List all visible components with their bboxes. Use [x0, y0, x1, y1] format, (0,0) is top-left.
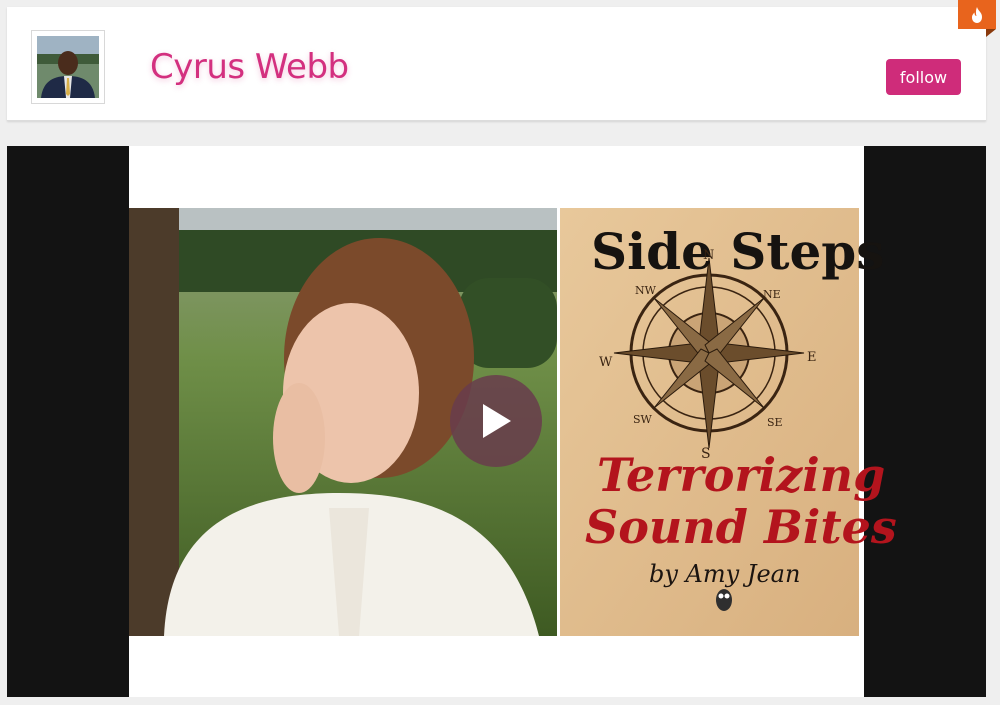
flame-icon [972, 6, 982, 23]
badge-fold [986, 29, 996, 37]
compass-letter-se: SE [767, 416, 783, 429]
compass-letter-ne: NE [763, 288, 781, 301]
avatar-photo [37, 36, 99, 98]
cover-byline: by Amy Jean [649, 560, 801, 588]
avatar[interactable] [31, 30, 105, 104]
hot-badge [958, 0, 996, 29]
play-button[interactable] [450, 375, 542, 467]
compass-letter-sw: SW [633, 413, 652, 426]
author-name[interactable]: Cyrus Webb [150, 47, 349, 87]
play-icon [483, 404, 511, 438]
cover-title: Side Steps [591, 222, 885, 281]
compass-letter-nw: NW [635, 284, 656, 297]
compass-letter-e: E [807, 350, 817, 365]
video-player[interactable]: Side Steps N NW NE W E SW SE S Terrorizi… [7, 146, 986, 697]
owl-icon [716, 589, 732, 611]
follow-button[interactable]: follow [886, 59, 961, 95]
compass-letter-n: N [703, 248, 715, 263]
author-header: Cyrus Webb follow [7, 7, 986, 121]
compass-letter-w: W [599, 355, 613, 370]
cover-subtitle-line1: Terrorizing [597, 448, 886, 502]
video-canvas: Side Steps N NW NE W E SW SE S Terrorizi… [129, 146, 897, 697]
cover-subtitle-line2: Sound Bites [585, 500, 897, 554]
